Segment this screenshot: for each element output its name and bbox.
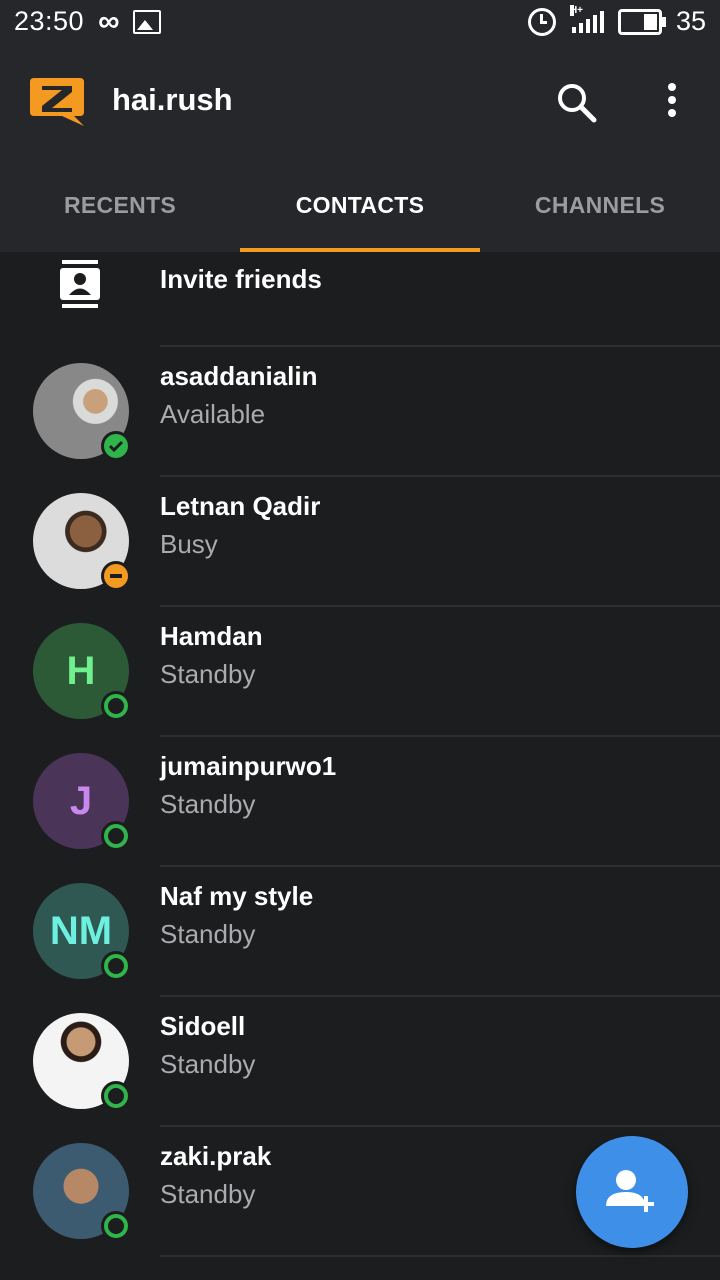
contacts-list: Invite friends asaddanialin Available Le… xyxy=(0,252,720,1257)
standby-status-icon xyxy=(101,951,131,981)
busy-status-icon xyxy=(101,561,131,591)
standby-status-icon xyxy=(101,1211,131,1241)
contact-status: Standby xyxy=(160,1179,256,1209)
invite-friends-row[interactable]: Invite friends xyxy=(0,252,720,347)
contact-row[interactable]: NM Naf my style Standby xyxy=(0,867,720,997)
divider xyxy=(160,1255,720,1257)
battery-percent: 35 xyxy=(675,6,706,36)
add-person-icon xyxy=(606,1170,654,1212)
standby-status-icon xyxy=(101,821,131,851)
contact-status: Standby xyxy=(160,1049,256,1079)
more-vert-icon[interactable] xyxy=(648,78,696,126)
contact-row[interactable]: asaddanialin Available xyxy=(0,347,720,477)
status-bar: 23:50 ∞ H+ 35 xyxy=(0,0,720,46)
contact-status: Busy xyxy=(160,529,218,559)
standby-status-icon xyxy=(101,691,131,721)
contact-name: Naf my style xyxy=(160,881,314,911)
image-icon xyxy=(133,9,162,34)
app-title: hai.rush xyxy=(112,82,233,117)
tab-channels[interactable]: CHANNELS xyxy=(480,174,720,252)
status-time: 23:50 xyxy=(14,6,85,36)
tab-bar: RECENTS CONTACTS CHANNELS xyxy=(0,174,720,252)
tab-contacts[interactable]: CONTACTS xyxy=(240,174,480,252)
contact-status: Standby xyxy=(160,789,256,819)
add-contact-button[interactable] xyxy=(576,1136,688,1248)
contact-status: Standby xyxy=(160,919,256,949)
invite-friends-label: Invite friends xyxy=(160,264,322,294)
search-icon[interactable] xyxy=(552,78,600,126)
tab-recents[interactable]: RECENTS xyxy=(0,174,240,252)
infinity-icon: ∞ xyxy=(98,4,120,38)
alarm-icon xyxy=(527,7,556,36)
contact-name: jumainpurwo1 xyxy=(160,751,337,781)
zello-logo-icon xyxy=(30,78,84,126)
contact-name: Hamdan xyxy=(160,621,263,651)
contact-status: Standby xyxy=(160,659,256,689)
contact-row[interactable]: J jumainpurwo1 Standby xyxy=(0,737,720,867)
contact-name: zaki.prak xyxy=(160,1141,272,1171)
standby-status-icon xyxy=(101,1081,131,1111)
contact-status: Available xyxy=(160,399,266,429)
available-status-icon xyxy=(101,431,131,461)
contact-row[interactable]: H Hamdan Standby xyxy=(0,607,720,737)
app-bar: hai.rush RECENTS CONTACTS CHANNELS xyxy=(0,46,720,252)
contact-name: asaddanialin xyxy=(160,361,318,391)
contact-row[interactable]: Letnan Qadir Busy xyxy=(0,477,720,607)
contact-row[interactable]: Sidoell Standby xyxy=(0,997,720,1127)
battery-icon xyxy=(617,8,666,35)
contact-name: Letnan Qadir xyxy=(160,491,321,521)
signal-icon: H+ xyxy=(569,4,604,33)
contact-name: Sidoell xyxy=(160,1011,246,1041)
network-type-label: H+ xyxy=(569,4,584,16)
contact-card-icon xyxy=(60,260,100,308)
